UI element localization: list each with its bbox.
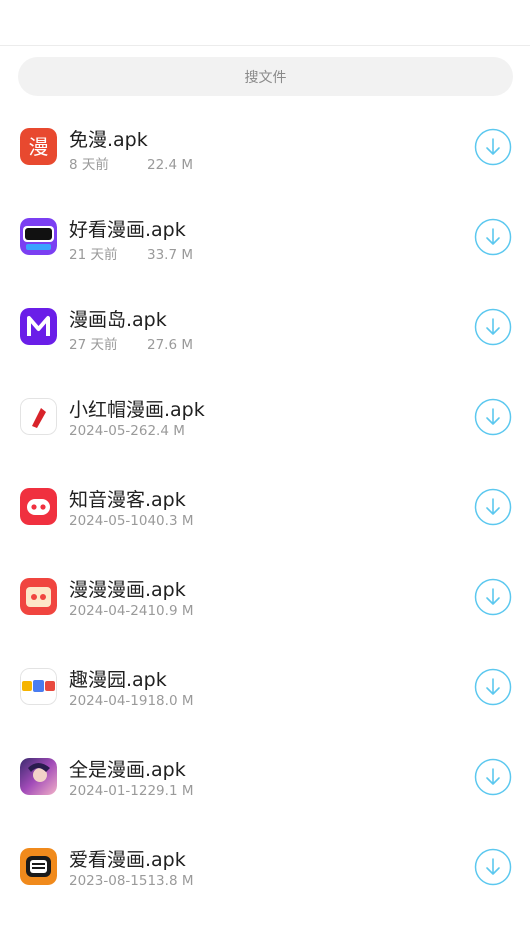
download-icon[interactable]: [474, 578, 512, 616]
file-meta: 27 天前 27.6 M: [69, 333, 193, 353]
file-size: 13.8 M: [147, 873, 194, 889]
file-name: 漫漫漫画.apk: [69, 579, 186, 601]
download-icon[interactable]: [474, 668, 512, 706]
file-date: 2024-05-26: [69, 423, 148, 439]
file-size: 40.3 M: [147, 513, 194, 529]
haokan-app-icon: [20, 218, 57, 255]
file-list: 漫 免漫.apk 8 天前 22.4 M 好看漫画.apk 21 天前 33.7 M: [0, 100, 530, 910]
file-date: 2023-08-15: [69, 873, 148, 889]
file-name: 好看漫画.apk: [69, 219, 186, 241]
file-item[interactable]: 趣漫园.apk 2024-04-1918.0 M: [0, 640, 530, 730]
file-meta: 8 天前 22.4 M: [69, 153, 193, 173]
xiaohongmao-app-icon: [20, 398, 57, 435]
download-icon[interactable]: [474, 218, 512, 256]
manhuadao-app-icon: [20, 308, 57, 345]
file-name: 小红帽漫画.apk: [69, 399, 205, 421]
file-item[interactable]: 爱看漫画.apk 2023-08-1513.8 M: [0, 820, 530, 910]
file-name: 爱看漫画.apk: [69, 849, 186, 871]
file-date: 2024-05-10: [69, 513, 148, 529]
quanshi-app-icon: [20, 758, 57, 795]
file-meta: 2024-01-1229.1 M: [69, 783, 193, 799]
search-bar[interactable]: 搜文件: [18, 57, 513, 96]
top-bar: [0, 0, 530, 46]
file-date: 27 天前: [69, 337, 118, 353]
file-item[interactable]: 漫画岛.apk 27 天前 27.6 M: [0, 280, 530, 370]
download-icon[interactable]: [474, 308, 512, 346]
file-item[interactable]: 全是漫画.apk 2024-01-1229.1 M: [0, 730, 530, 820]
file-size: 2.4 M: [147, 423, 185, 439]
file-name: 漫画岛.apk: [69, 309, 167, 331]
file-name: 免漫.apk: [69, 129, 148, 151]
file-name: 全是漫画.apk: [69, 759, 186, 781]
file-size: 18.0 M: [147, 693, 194, 709]
download-icon[interactable]: [474, 398, 512, 436]
file-item[interactable]: 小红帽漫画.apk 2024-05-262.4 M: [0, 370, 530, 460]
file-meta: 2024-04-2410.9 M: [69, 603, 193, 619]
file-name: 趣漫园.apk: [69, 669, 167, 691]
qumanyuan-app-icon: [20, 668, 57, 705]
download-icon[interactable]: [474, 488, 512, 526]
file-name: 知音漫客.apk: [69, 489, 186, 511]
aikan-app-icon: [20, 848, 57, 885]
file-size: 22.4 M: [147, 157, 193, 173]
file-meta: 2023-08-1513.8 M: [69, 873, 193, 889]
download-icon[interactable]: [474, 758, 512, 796]
search-placeholder: 搜文件: [244, 69, 287, 86]
file-date: 2024-01-12: [69, 783, 148, 799]
file-meta: 21 天前 33.7 M: [69, 243, 193, 263]
manman-app-icon: [20, 578, 57, 615]
file-item[interactable]: 漫 免漫.apk 8 天前 22.4 M: [0, 100, 530, 190]
file-meta: 2024-05-262.4 M: [69, 423, 185, 439]
file-size: 29.1 M: [147, 783, 194, 799]
zhiyin-app-icon: [20, 488, 57, 525]
file-date: 8 天前: [69, 157, 109, 173]
file-date: 2024-04-19: [69, 693, 148, 709]
download-icon[interactable]: [474, 848, 512, 886]
file-item[interactable]: 漫漫漫画.apk 2024-04-2410.9 M: [0, 550, 530, 640]
download-icon[interactable]: [474, 128, 512, 166]
file-size: 27.6 M: [147, 337, 193, 353]
file-date: 2024-04-24: [69, 603, 148, 619]
file-size: 33.7 M: [147, 247, 193, 263]
file-item[interactable]: 好看漫画.apk 21 天前 33.7 M: [0, 190, 530, 280]
file-date: 21 天前: [69, 247, 118, 263]
file-meta: 2024-04-1918.0 M: [69, 693, 193, 709]
file-size: 10.9 M: [147, 603, 194, 619]
svg-text:漫: 漫: [29, 135, 49, 159]
file-item[interactable]: 知音漫客.apk 2024-05-1040.3 M: [0, 460, 530, 550]
mianman-app-icon: 漫: [20, 128, 57, 165]
file-meta: 2024-05-1040.3 M: [69, 513, 193, 529]
